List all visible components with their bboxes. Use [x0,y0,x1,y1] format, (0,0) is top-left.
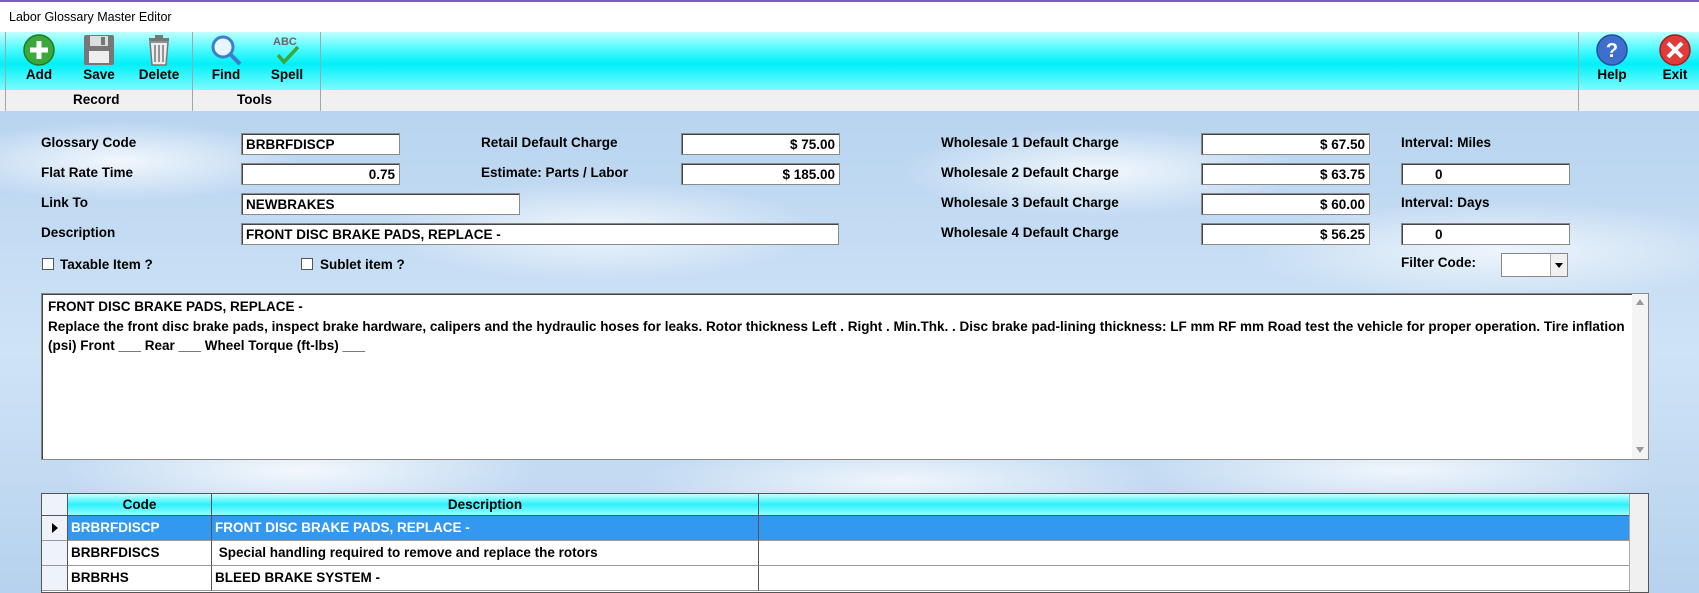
estimate-label: Estimate: Parts / Labor [481,165,629,180]
wholesale-2-label: Wholesale 2 Default Charge [941,165,1119,180]
wholesale-1-field[interactable]: $ 67.50 [1201,133,1370,155]
grid-header-description[interactable]: Description [212,494,759,516]
cell-blank [759,516,1630,541]
glossary-grid: Code Description BRBRFDISCP FRONT DISC B… [41,493,1649,593]
wholesale-3-label: Wholesale 3 Default Charge [941,195,1119,210]
wholesale-4-label: Wholesale 4 Default Charge [941,225,1119,240]
link-to-field[interactable]: NEWBRAKES [241,193,520,215]
memo-line-2: Replace the front disc brake pads, inspe… [48,318,1625,354]
spellcheck-icon: ABC [273,36,300,65]
grid-header-blank [759,494,1630,516]
spell-button[interactable]: ABC Spell [259,33,315,89]
wholesale-1-label: Wholesale 1 Default Charge [941,135,1119,150]
description-label: Description [41,225,116,240]
find-button[interactable]: Find [198,33,254,89]
row-selector[interactable] [42,541,68,566]
add-icon [23,34,55,66]
sublet-label: Sublet item ? [320,257,405,272]
table-row[interactable]: BRBRFDISCS Special handling required to … [42,541,1630,566]
toolbar-separator [1578,32,1579,111]
help-label: Help [1597,67,1627,82]
exit-button[interactable]: Exit [1647,33,1699,89]
flat-rate-field[interactable]: 0.75 [241,163,400,185]
flat-rate-label: Flat Rate Time [41,165,134,180]
sublet-checkbox[interactable] [301,258,313,270]
taxable-checkbox[interactable] [42,258,54,270]
interval-days-field[interactable]: 0 [1401,223,1570,245]
retail-charge-label: Retail Default Charge [481,135,618,150]
help-button[interactable]: ? Help [1584,33,1640,89]
interval-miles-field[interactable]: 0 [1401,163,1570,185]
cell-code[interactable]: BRBRHS [68,566,212,591]
delete-label: Delete [138,67,180,82]
cell-blank [759,566,1630,591]
cell-blank [759,541,1630,566]
grid-header-code[interactable]: Code [68,494,212,516]
row-selector[interactable] [42,516,68,541]
window-title: Labor Glossary Master Editor [9,10,172,24]
notes-memo[interactable]: FRONT DISC BRAKE PADS, REPLACE - Replace… [41,293,1649,460]
exit-label: Exit [1662,67,1688,82]
toolbar-separator [320,32,321,111]
memo-line-1: FRONT DISC BRAKE PADS, REPLACE - [48,299,303,314]
current-row-icon [52,523,58,533]
spell-label: Spell [270,67,304,82]
link-to-label: Link To [41,195,88,210]
cell-description[interactable]: BLEED BRAKE SYSTEM - [212,566,759,591]
wholesale-4-field[interactable]: $ 56.25 [1201,223,1370,245]
add-label: Add [25,67,53,82]
cell-code[interactable]: BRBRFDISCP [68,516,212,541]
group-label-record: Record [73,92,120,107]
cell-description[interactable]: FRONT DISC BRAKE PADS, REPLACE - [212,516,759,541]
close-icon [1659,34,1691,66]
delete-button[interactable]: Delete [131,33,187,89]
add-button[interactable]: Add [11,33,67,89]
interval-miles-label: Interval: Miles [1401,135,1492,150]
memo-scrollbar[interactable] [1632,294,1648,459]
filter-code-label: Filter Code: [1401,255,1477,270]
floppy-disk-icon [84,35,114,65]
save-button[interactable]: Save [71,33,127,89]
wholesale-3-field[interactable]: $ 60.00 [1201,193,1370,215]
estimate-field[interactable]: $ 185.00 [681,163,840,185]
filter-code-select[interactable] [1501,253,1568,277]
save-label: Save [83,67,115,82]
help-icon: ? [1596,34,1628,66]
cell-code[interactable]: BRBRFDISCS [68,541,212,566]
row-selector[interactable] [42,566,68,591]
trash-icon [149,35,169,66]
chevron-down-icon [1550,254,1567,276]
table-row[interactable]: BRBRFDISCP FRONT DISC BRAKE PADS, REPLAC… [42,516,1630,541]
taxable-label: Taxable Item ? [60,257,153,272]
group-label-tools: Tools [237,92,272,107]
toolbar-separator [192,32,193,111]
cell-description[interactable]: Special handling required to remove and … [212,541,759,566]
scroll-arrows-icon [1636,299,1644,453]
interval-days-label: Interval: Days [1401,195,1490,210]
grid-corner [42,494,68,516]
find-label: Find [211,67,241,82]
svg-text:?: ? [1606,40,1618,62]
toolbar [0,32,1699,90]
glossary-code-label: Glossary Code [41,135,137,150]
spellcheck-icon-text: ABC [273,36,297,48]
table-row[interactable]: BRBRHS BLEED BRAKE SYSTEM - [42,566,1630,591]
magnifier-icon [211,35,242,66]
retail-charge-field[interactable]: $ 75.00 [681,133,840,155]
wholesale-2-field[interactable]: $ 63.75 [1201,163,1370,185]
toolbar-separator [5,32,6,111]
glossary-code-field[interactable]: BRBRFDISCP [241,133,400,155]
description-field[interactable]: FRONT DISC BRAKE PADS, REPLACE - [241,223,839,245]
title-bar: Labor Glossary Master Editor [0,0,1699,32]
grid-scrollbar[interactable] [1629,494,1648,592]
